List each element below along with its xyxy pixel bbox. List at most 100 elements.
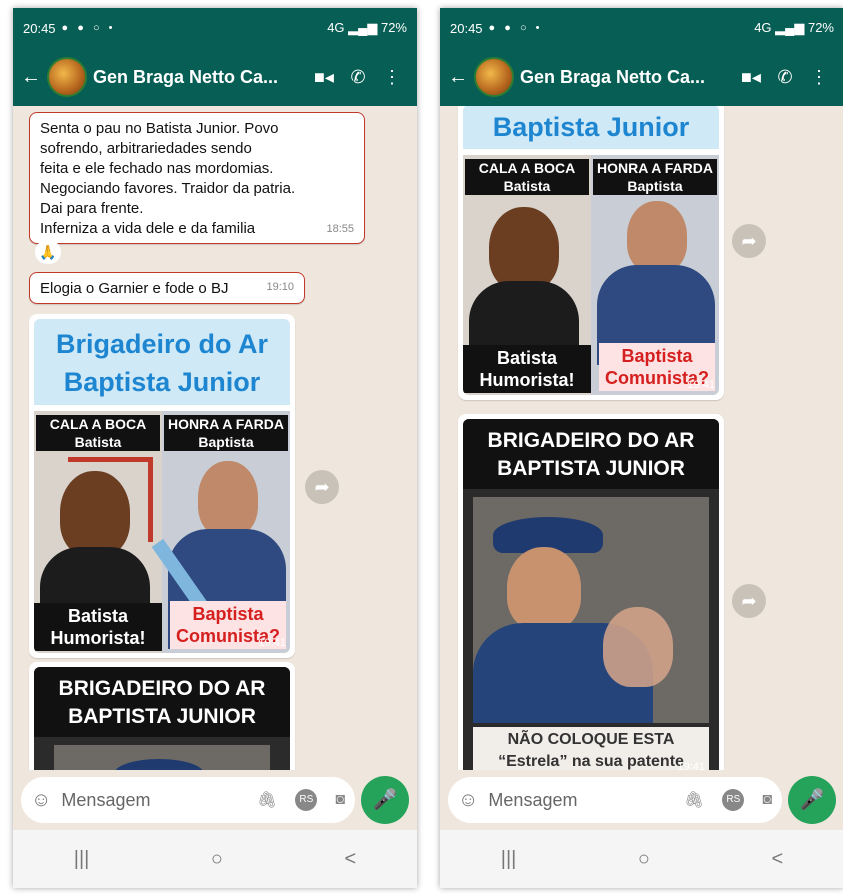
message-text-line: Dai para frente.: [40, 200, 144, 217]
notification-icons: ● ● ○ •: [488, 22, 543, 34]
message-time: 19:10: [266, 281, 294, 293]
back-button[interactable]: <: [345, 848, 357, 871]
right-tag: HONRA A FARDA Baptista: [164, 415, 288, 451]
phone-icon[interactable]: ✆: [768, 67, 802, 88]
image-message-2[interactable]: BRIGADEIRO DO AR BAPTISTA JUNIOR NÃO COL…: [458, 414, 724, 770]
system-nav-bar: ||| ○ <: [440, 830, 843, 888]
message-text-line: sofrendo, arbitrariedades sendo: [40, 140, 252, 157]
battery-level: 72%: [380, 20, 407, 35]
status-bar: 20:45 ● ● ○ • 4G ▂▄▆ 72%: [13, 8, 417, 48]
right-panel: HONRA A FARDA Baptista Baptista Comunist…: [151, 411, 290, 653]
right-panel: HONRA A FARDA Baptista Baptista Comunist…: [591, 155, 719, 395]
chat-area[interactable]: Baptista Junior CALA A BOCA Batista Bati…: [440, 106, 843, 770]
contact-name[interactable]: Gen Braga Netto Ca...: [520, 67, 734, 88]
left-caption: Batista Humorista!: [34, 603, 162, 651]
message-text-line: Inferniza a vida dele e da familia: [40, 220, 256, 237]
left-tag: CALA A BOCA Batista: [36, 415, 160, 451]
notification-icons: ● ● ○ •: [61, 22, 116, 34]
contact-avatar[interactable]: [47, 57, 87, 97]
paperclip-icon[interactable]: 🖇: [257, 790, 277, 810]
message-input-bar: ☺ Mensagem 🖇 RS ◙ 🎤: [440, 770, 843, 830]
more-vertical-icon[interactable]: ⋮: [802, 67, 836, 88]
poster-image: Brigadeiro do Ar Baptista Junior CALA A …: [34, 319, 290, 653]
image-message-2[interactable]: BRIGADEIRO DO AR BAPTISTA JUNIOR: [29, 662, 295, 770]
emoji-icon[interactable]: ☺: [31, 789, 51, 812]
phone-icon[interactable]: ✆: [341, 67, 375, 88]
poster-panels: CALA A BOCA Batista Batista Humorista! H…: [34, 411, 290, 653]
paperclip-icon[interactable]: 🖇: [684, 790, 704, 810]
camera-icon[interactable]: ◙: [335, 791, 345, 809]
poster-image: BRIGADEIRO DO AR BAPTISTA JUNIOR: [34, 667, 290, 770]
message-bubble-2[interactable]: Elogia o Garnier e fode o BJ 19:10: [29, 272, 305, 304]
back-button[interactable]: <: [772, 848, 784, 871]
message-input[interactable]: ☺ Mensagem 🖇 RS ◙: [21, 777, 355, 823]
chat-area[interactable]: Senta o pau no Batista Junior. Povo sofr…: [13, 106, 417, 770]
message-placeholder[interactable]: Mensagem: [488, 790, 666, 811]
poster-image: BRIGADEIRO DO AR BAPTISTA JUNIOR NÃO COL…: [463, 419, 719, 770]
more-vertical-icon[interactable]: ⋮: [375, 67, 409, 88]
back-arrow-icon[interactable]: ←: [21, 66, 41, 89]
image-time: 19:41: [258, 637, 286, 649]
officer-face: [507, 547, 581, 631]
officer-photo: [473, 497, 709, 723]
signal-indicator: 4G: [327, 20, 345, 35]
officer-cap: [114, 759, 204, 770]
message-time: 18:55: [326, 223, 354, 235]
right-tag: HONRA A FARDA Baptista: [593, 159, 717, 195]
forward-icon[interactable]: ➦: [305, 470, 339, 504]
message-input[interactable]: ☺ Mensagem 🖇 RS ◙: [448, 777, 782, 823]
left-panel: CALA A BOCA Batista Batista Humorista!: [34, 411, 162, 653]
contact-avatar[interactable]: [474, 57, 514, 97]
poster-title: BRIGADEIRO DO AR BAPTISTA JUNIOR: [463, 419, 719, 489]
recent-apps-button[interactable]: |||: [501, 848, 517, 871]
forward-icon[interactable]: ➦: [732, 584, 766, 618]
message-text-line: Negociando favores. Traidor da patria.: [40, 180, 296, 197]
poster-title: BRIGADEIRO DO AR BAPTISTA JUNIOR: [34, 667, 290, 737]
phone-screen-right: 20:45 ● ● ○ • 4G ▂▄▆ 72% ← Gen Braga Net…: [440, 8, 843, 888]
poster-image: Baptista Junior CALA A BOCA Batista Bati…: [463, 106, 719, 395]
message-text-line: Senta o pau no Batista Junior. Povo: [40, 120, 279, 137]
poster-panels: CALA A BOCA Batista Batista Humorista! H…: [463, 155, 719, 395]
poster-title: Baptista Junior: [463, 106, 719, 149]
rs-icon[interactable]: RS: [722, 789, 745, 811]
emoji-icon[interactable]: ☺: [458, 789, 478, 812]
image-time: 19:41: [687, 379, 715, 391]
message-text: Elogia o Garnier e fode o BJ: [40, 280, 229, 297]
poster-footer: NÃO COLOQUE ESTA “Estrela” na sua patent…: [473, 727, 709, 770]
recent-apps-button[interactable]: |||: [74, 848, 90, 871]
person-photo-left: [489, 207, 559, 291]
forward-icon[interactable]: ➦: [732, 224, 766, 258]
poster-title: Brigadeiro do Ar Baptista Junior: [34, 319, 290, 405]
system-nav-bar: ||| ○ <: [13, 830, 417, 888]
home-button[interactable]: ○: [638, 848, 650, 871]
phone-screen-left: 20:45 ● ● ○ • 4G ▂▄▆ 72% ← Gen Braga Net…: [13, 8, 417, 888]
microphone-icon[interactable]: 🎤: [361, 776, 409, 824]
person-photo-right: [627, 201, 687, 273]
back-arrow-icon[interactable]: ←: [448, 66, 468, 89]
message-input-bar: ☺ Mensagem 🖇 RS ◙ 🎤: [13, 770, 417, 830]
contact-name[interactable]: Gen Braga Netto Ca...: [93, 67, 307, 88]
home-button[interactable]: ○: [211, 848, 223, 871]
image-message-1[interactable]: Baptista Junior CALA A BOCA Batista Bati…: [458, 106, 724, 400]
message-placeholder[interactable]: Mensagem: [61, 790, 239, 811]
status-time: 20:45: [23, 20, 56, 36]
rs-icon[interactable]: RS: [295, 789, 318, 811]
reaction-emoji[interactable]: 🙏: [35, 240, 61, 264]
battery-level: 72%: [807, 20, 834, 35]
microphone-icon[interactable]: 🎤: [788, 776, 836, 824]
video-call-icon[interactable]: ■◂: [734, 67, 768, 88]
inset-face: [603, 607, 673, 687]
chat-header: ← Gen Braga Netto Ca... ■◂ ✆ ⋮: [13, 48, 417, 106]
officer-photo: [54, 745, 270, 770]
video-call-icon[interactable]: ■◂: [307, 67, 341, 88]
left-tag: CALA A BOCA Batista: [465, 159, 589, 195]
signal-indicator: 4G: [754, 20, 772, 35]
left-caption: Batista Humorista!: [463, 345, 591, 393]
left-panel: CALA A BOCA Batista Batista Humorista!: [463, 155, 591, 395]
message-bubble-1[interactable]: Senta o pau no Batista Junior. Povo sofr…: [29, 112, 365, 244]
image-message-1[interactable]: Brigadeiro do Ar Baptista Junior CALA A …: [29, 314, 295, 658]
person-photo-right: [198, 461, 258, 537]
status-bar: 20:45 ● ● ○ • 4G ▂▄▆ 72%: [440, 8, 843, 48]
camera-icon[interactable]: ◙: [762, 791, 772, 809]
chat-header: ← Gen Braga Netto Ca... ■◂ ✆ ⋮: [440, 48, 843, 106]
